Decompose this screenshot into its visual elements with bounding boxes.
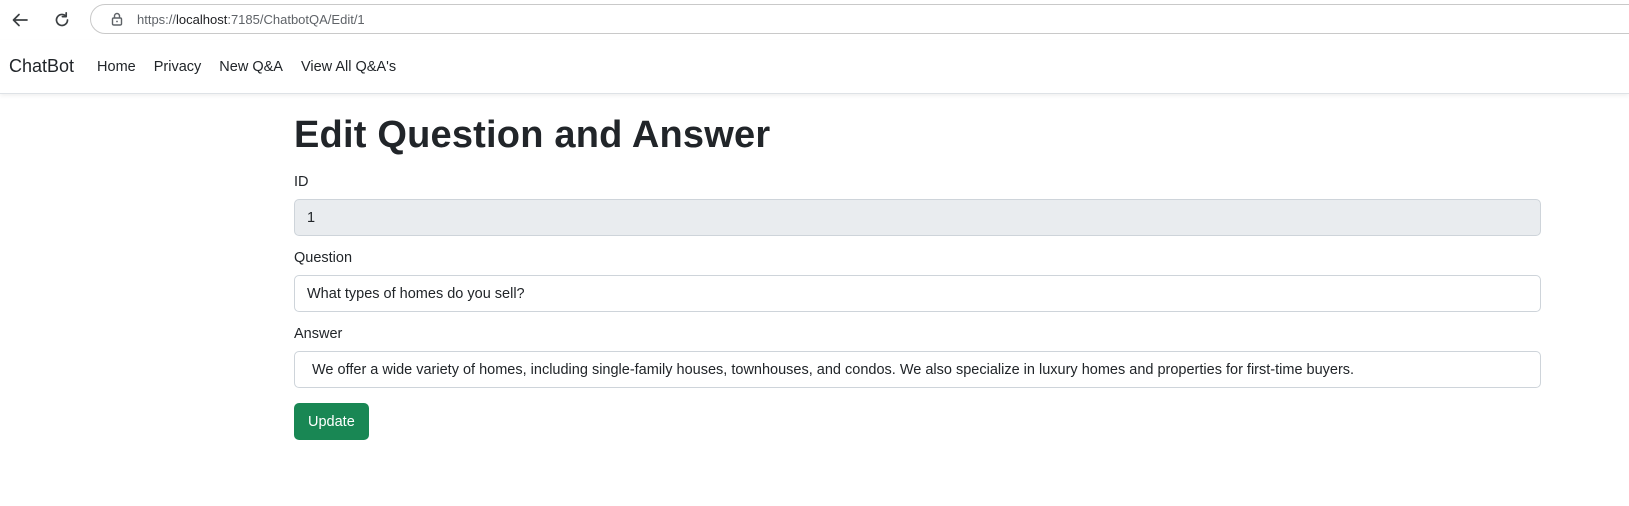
answer-label: Answer — [294, 326, 343, 342]
reload-icon — [55, 11, 69, 27]
nav-link-new-qa[interactable]: New Q&A — [219, 59, 283, 75]
id-label: ID — [294, 174, 309, 190]
page-title: Edit Question and Answer — [294, 114, 771, 156]
id-field[interactable] — [294, 199, 1541, 236]
back-button[interactable] — [6, 6, 34, 34]
question-label: Question — [294, 250, 353, 266]
main-content: Edit Question and Answer ID Question Ans… — [294, 110, 1541, 440]
question-form-group: Question — [294, 250, 1541, 312]
answer-form-group: Answer — [294, 326, 1541, 388]
id-form-group: ID — [294, 174, 1541, 236]
reload-button[interactable] — [48, 6, 76, 34]
nav-link-view-all-qa[interactable]: View All Q&A's — [301, 59, 396, 75]
site-navbar: ChatBot Home Privacy New Q&A View All Q&… — [0, 40, 1629, 94]
url-scheme: https:// — [137, 11, 177, 27]
address-bar[interactable]: https://localhost:7185/ChatbotQA/Edit/1 — [90, 4, 1629, 34]
update-button[interactable]: Update — [294, 403, 369, 440]
question-field[interactable] — [294, 275, 1541, 312]
back-arrow-icon — [12, 13, 28, 27]
url-path: :7185/ChatbotQA/Edit/1 — [227, 11, 365, 27]
nav-link-home[interactable]: Home — [97, 59, 136, 75]
browser-toolbar: https://localhost:7185/ChatbotQA/Edit/1 — [0, 0, 1629, 41]
answer-field[interactable] — [294, 351, 1541, 388]
url-host: localhost — [176, 11, 228, 27]
nav-link-privacy[interactable]: Privacy — [154, 59, 202, 75]
brand-link[interactable]: ChatBot — [9, 56, 74, 77]
lock-icon[interactable] — [109, 11, 125, 27]
url-text[interactable]: https://localhost:7185/ChatbotQA/Edit/1 — [137, 12, 365, 27]
